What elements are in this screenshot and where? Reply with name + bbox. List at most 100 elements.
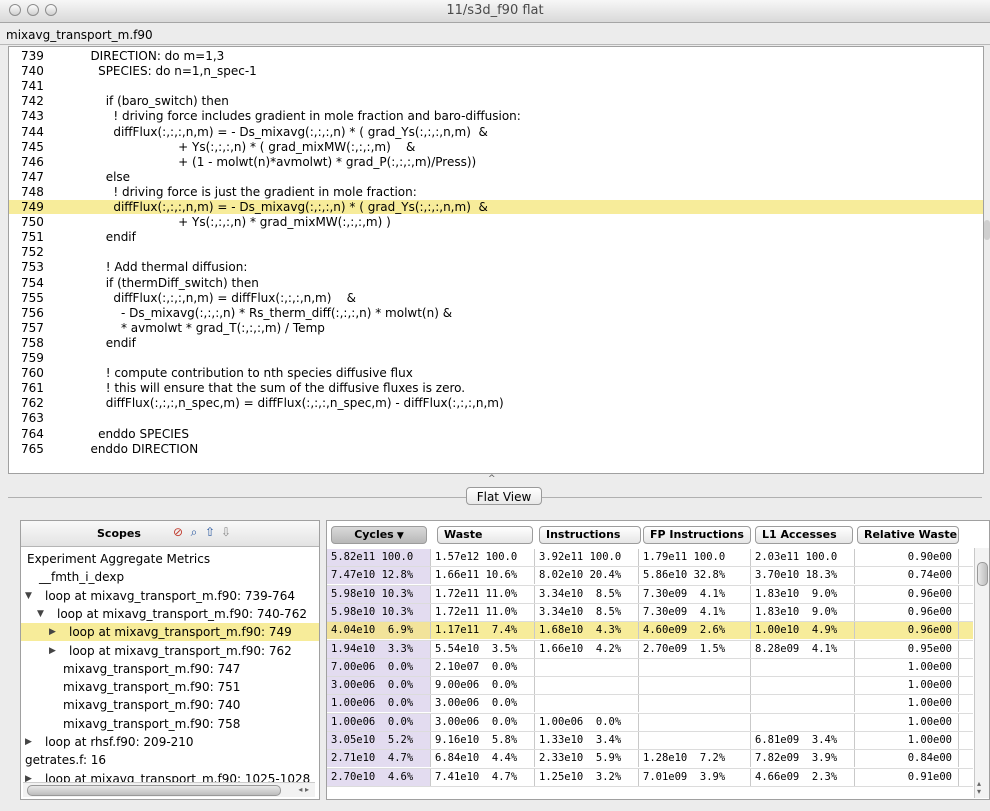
metric-row[interactable]: 5.82e11 100.0 1.57e12 100.0 3.92e11 100.0 1…	[327, 549, 973, 566]
column-header-label: FP Instructions	[650, 528, 744, 541]
tab-flat-view[interactable]: Flat View	[466, 487, 542, 505]
scope-tree-item[interactable]: Experiment Aggregate Metrics	[21, 550, 319, 568]
source-line[interactable]: 746 + (1 - molwt(n)*avmolwt) * grad_P(:,…	[9, 155, 983, 169]
source-line[interactable]: 764 enddo SPECIES	[9, 427, 983, 441]
metric-row[interactable]: 3.00e06 0.0% 9.00e06 0.0% 1.00e00	[327, 677, 973, 695]
disclosure-collapsed-icon[interactable]: ▶	[49, 623, 59, 641]
source-line[interactable]: 765 enddo DIRECTION	[9, 442, 983, 456]
source-line[interactable]: 749 diffFlux(:,:,:,n,m) = - Ds_mixavg(:,…	[9, 200, 983, 214]
source-line[interactable]: 752	[9, 245, 983, 259]
scrollbar-thumb[interactable]	[977, 562, 988, 586]
metric-cell: 8.28e09 4.1%	[751, 640, 855, 658]
metric-row[interactable]: 5.98e10 10.3% 1.72e11 11.0% 3.34e10 8.5% 7.…	[327, 585, 973, 603]
scope-tree-item[interactable]: ▶ loop at rhsf.f90: 209-210	[21, 733, 319, 751]
metric-cell: 1.00e00	[855, 658, 959, 676]
pane-resize-handle[interactable]	[984, 220, 990, 240]
line-number: 753	[21, 260, 44, 275]
move-down-icon[interactable]: ⇩	[219, 525, 233, 539]
disclosure-expanded-icon[interactable]: ▼	[37, 605, 47, 623]
disclosure-expanded-icon[interactable]: ▼	[25, 587, 35, 605]
source-line[interactable]: 745 + Ys(:,:,:,n) * ( grad_mixMW(:,:,:,m…	[9, 140, 983, 154]
source-line[interactable]: 755 diffFlux(:,:,:,n,m) = diffFlux(:,:,:…	[9, 291, 983, 305]
column-header-cycles[interactable]: Cycles ▼	[331, 526, 427, 544]
metric-row[interactable]: 1.00e06 0.0% 3.00e06 0.0% 1.00e06 0.0% 1.00…	[327, 713, 973, 731]
source-line[interactable]: 747 else	[9, 170, 983, 184]
line-number: 763	[21, 411, 44, 426]
scope-tree-item[interactable]: mixavg_transport_m.f90: 758	[21, 715, 319, 733]
source-line[interactable]: 758 endif	[9, 336, 983, 350]
metric-cell	[751, 658, 855, 676]
source-code-pane[interactable]: 739 DIRECTION: do m=1,3 740 SPECIES: do n…	[8, 46, 984, 474]
source-line[interactable]: 754 if (thermDiff_switch) then	[9, 276, 983, 290]
scope-label: loop at mixavg_transport_m.f90: 749	[69, 625, 292, 640]
move-up-icon[interactable]: ⇧	[203, 525, 217, 539]
scrollbar-thumb[interactable]	[27, 785, 281, 796]
scope-tree-item[interactable]: mixavg_transport_m.f90: 740	[21, 696, 319, 714]
source-line[interactable]: 750 + Ys(:,:,:,n) * grad_mixMW(:,:,:,m) …	[9, 215, 983, 229]
scope-tree-item[interactable]: ▶ loop at mixavg_transport_m.f90: 762	[21, 642, 319, 660]
column-header-relative-waste[interactable]: Relative Waste	[857, 526, 959, 544]
metric-row[interactable]: 3.05e10 5.2% 9.16e10 5.8% 1.33e10 3.4% 6.81…	[327, 732, 973, 749]
source-line[interactable]: 756 - Ds_mixavg(:,:,:,n) * Rs_therm_diff…	[9, 306, 983, 320]
scope-tree-item[interactable]: mixavg_transport_m.f90: 747	[21, 660, 319, 678]
source-line[interactable]: 753 ! Add thermal diffusion:	[9, 260, 983, 274]
scopes-header: Scopes ⊘ ⌕ ⇧ ⇩	[21, 521, 319, 547]
source-line[interactable]: 739 DIRECTION: do m=1,3	[9, 49, 983, 63]
scope-label: loop at rhsf.f90: 209-210	[45, 735, 194, 749]
source-code-text: if (baro_switch) then	[79, 94, 229, 109]
metric-row[interactable]: 7.47e10 12.8% 1.66e11 10.6% 8.02e10 20.4% 5…	[327, 567, 973, 585]
metric-cell	[535, 658, 639, 676]
column-header-fp-instructions[interactable]: FP Instructions	[643, 526, 751, 544]
line-number: 745	[21, 139, 44, 154]
metrics-vertical-scrollbar[interactable]: ▴ ▾	[974, 548, 989, 798]
disclosure-collapsed-icon[interactable]: ▶	[49, 642, 59, 660]
line-number: 750	[21, 215, 44, 230]
source-line[interactable]: 740 SPECIES: do n=1,n_spec-1	[9, 64, 983, 78]
zoom-in-icon[interactable]: ⌕	[187, 525, 201, 539]
scope-tree-item[interactable]: ▼ loop at mixavg_transport_m.f90: 739-764	[21, 587, 319, 605]
metric-row[interactable]: 4.04e10 6.9% 1.17e11 7.4% 1.68e10 4.3% 4.60…	[327, 622, 973, 640]
source-line[interactable]: 741	[9, 79, 983, 93]
scope-tree-item[interactable]: ▼ loop at mixavg_transport_m.f90: 740-762	[21, 605, 319, 623]
scopes-horizontal-scrollbar[interactable]: ◂ ▸	[23, 782, 315, 797]
source-line[interactable]: 757 * avmolwt * grad_T(:,:,:,m) / Temp	[9, 321, 983, 335]
metric-row[interactable]: 1.00e06 0.0% 3.00e06 0.0% 1.00e00	[327, 695, 973, 713]
source-line[interactable]: 742 if (baro_switch) then	[9, 94, 983, 108]
scroll-arrows-icon[interactable]: ◂ ▸	[298, 783, 309, 797]
metric-row[interactable]: 1.94e10 3.3% 5.54e10 3.5% 1.66e10 4.2% 2.70…	[327, 640, 973, 658]
metric-row[interactable]: 5.98e10 10.3% 1.72e11 11.0% 3.34e10 8.5% 7.…	[327, 603, 973, 621]
source-line[interactable]: 762 diffFlux(:,:,:,n_spec,m) = diffFlux(…	[9, 396, 983, 410]
column-header-waste[interactable]: Waste	[437, 526, 533, 544]
zoom-out-icon[interactable]: ⊘	[171, 525, 185, 539]
column-header-instructions[interactable]: Instructions	[539, 526, 641, 544]
scroll-arrows-icon[interactable]: ▴ ▾	[977, 780, 981, 796]
source-line[interactable]: 761 ! this will ensure that the sum of t…	[9, 381, 983, 395]
metric-row[interactable]: 7.00e06 0.0% 2.10e07 0.0% 1.00e00	[327, 658, 973, 676]
source-line[interactable]: 748 ! driving force is just the gradient…	[9, 185, 983, 199]
metric-row[interactable]: 2.71e10 4.7% 6.84e10 4.4% 2.33e10 5.9% 1.28…	[327, 750, 973, 768]
metric-cell: 1.83e10 9.0%	[751, 603, 855, 621]
source-code-text: ! this will ensure that the sum of the d…	[79, 381, 466, 396]
metric-cell: 4.04e10 6.9%	[327, 622, 431, 640]
source-line[interactable]: 751 endif	[9, 230, 983, 244]
scope-tree-item[interactable]: __fmth_i_dexp	[21, 568, 319, 586]
source-line[interactable]: 763	[9, 411, 983, 425]
column-header-l1-accesses[interactable]: L1 Accesses	[755, 526, 853, 544]
source-line[interactable]: 759	[9, 351, 983, 365]
collapse-caret-icon[interactable]: ^	[488, 474, 496, 484]
metric-cell: 6.84e10 4.4%	[431, 750, 535, 768]
scope-tree-item[interactable]: getrates.f: 16	[21, 751, 319, 769]
source-line[interactable]: 760 ! compute contribution to nth specie…	[9, 366, 983, 380]
source-line[interactable]: 743 ! driving force includes gradient in…	[9, 109, 983, 123]
source-line[interactable]: 744 diffFlux(:,:,:,n,m) = - Ds_mixavg(:,…	[9, 125, 983, 139]
line-number: 754	[21, 275, 44, 290]
line-number: 762	[21, 396, 44, 411]
scope-tree-item[interactable]: mixavg_transport_m.f90: 751	[21, 678, 319, 696]
scope-tree-item[interactable]: ▶ loop at mixavg_transport_m.f90: 749	[21, 623, 319, 642]
metric-cell: 3.00e06 0.0%	[327, 677, 431, 695]
line-number: 749	[21, 200, 44, 214]
metric-cell	[751, 677, 855, 695]
metric-row[interactable]: 2.70e10 4.6% 7.41e10 4.7% 1.25e10 3.2% 7.01…	[327, 768, 973, 786]
disclosure-collapsed-icon[interactable]: ▶	[25, 733, 35, 751]
sort-descending-icon[interactable]: ▼	[394, 531, 404, 541]
